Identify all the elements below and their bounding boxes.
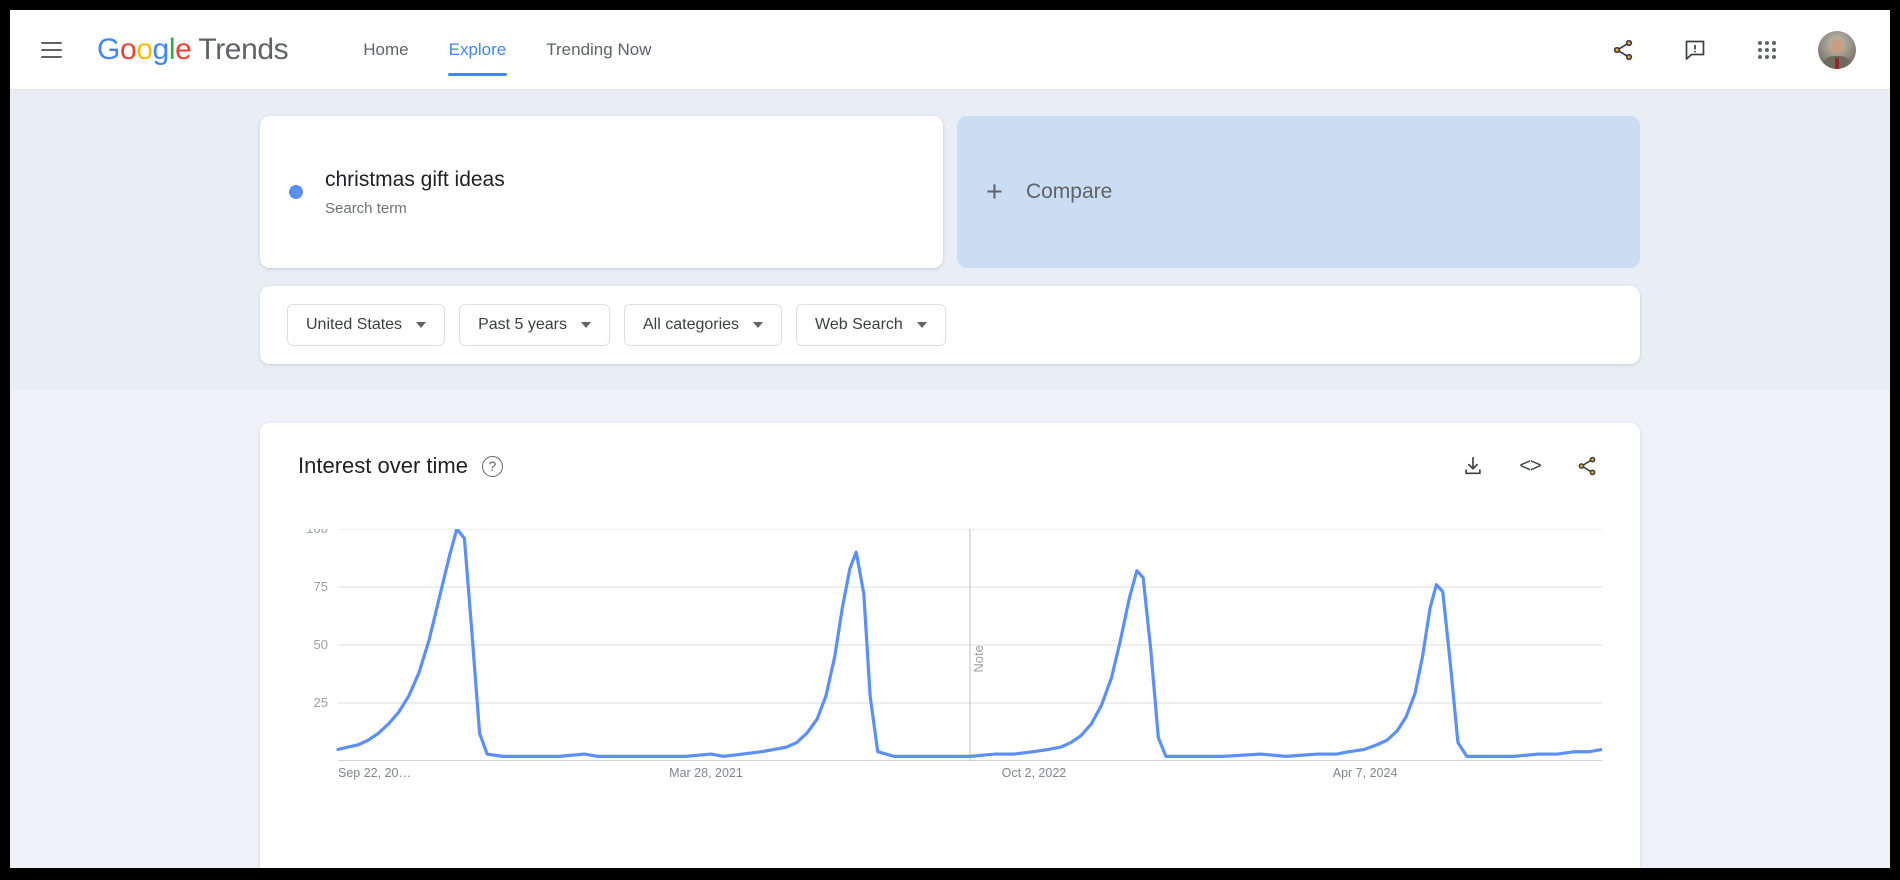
plot-svg: 25 50 75 100 Note [298, 529, 1602, 761]
chart-title: Interest over time [298, 453, 468, 479]
plus-icon: + [986, 178, 1003, 207]
note-marker-label: Note [971, 645, 986, 672]
filter-location-label: United States [306, 316, 402, 334]
query-region: christmas gift ideas Search term + Compa… [10, 90, 1890, 390]
search-term-card[interactable]: christmas gift ideas Search term [260, 116, 943, 268]
y-tick-label: 75 [314, 579, 328, 594]
y-tick-label: 50 [314, 637, 328, 652]
feedback-icon[interactable] [1674, 29, 1716, 71]
compare-card[interactable]: + Compare [957, 116, 1640, 268]
chart-actions: <> [1458, 451, 1602, 481]
avatar[interactable] [1818, 31, 1856, 69]
x-tick-label: Mar 28, 2021 [669, 766, 743, 780]
filter-category-label: All categories [643, 316, 739, 334]
filter-search-type-label: Web Search [815, 316, 903, 334]
search-term-subtitle: Search term [325, 200, 505, 217]
nav-item-explore[interactable]: Explore [429, 10, 527, 90]
chevron-down-icon [416, 322, 426, 328]
chart-region: Interest over time ? <> [10, 390, 1890, 868]
main-nav: Home Explore Trending Now [343, 10, 671, 90]
download-icon[interactable] [1458, 451, 1488, 481]
search-term-title: christmas gift ideas [325, 167, 505, 193]
y-tick-label: 100 [306, 529, 328, 536]
chart-header: Interest over time ? <> [260, 423, 1640, 481]
filter-category[interactable]: All categories [624, 304, 782, 346]
filter-location[interactable]: United States [287, 304, 445, 346]
x-tick-label: Oct 2, 2022 [1002, 766, 1067, 780]
chevron-down-icon [581, 322, 591, 328]
series-color-dot [289, 185, 303, 199]
interest-over-time-card: Interest over time ? <> [260, 423, 1640, 868]
nav-item-home[interactable]: Home [343, 10, 428, 90]
share-icon[interactable] [1572, 451, 1602, 481]
hamburger-menu-icon[interactable] [32, 31, 70, 69]
x-axis-labels: Sep 22, 20… Mar 28, 2021 Oct 2, 2022 Apr 7,… [298, 761, 1602, 787]
logo-product-name: Trends [198, 33, 288, 66]
header-actions [1602, 29, 1890, 71]
y-tick-label: 25 [314, 695, 328, 710]
app-frame: GoogleTrends Home Explore Trending Now [10, 10, 1890, 868]
filter-search-type[interactable]: Web Search [796, 304, 946, 346]
chevron-down-icon [917, 322, 927, 328]
query-cards-row: christmas gift ideas Search term + Compa… [260, 116, 1640, 268]
x-tick-label: Apr 7, 2024 [1333, 766, 1398, 780]
nav-item-trending-now[interactable]: Trending Now [526, 10, 671, 90]
top-header: GoogleTrends Home Explore Trending Now [10, 10, 1890, 90]
help-icon[interactable]: ? [482, 456, 503, 477]
filter-bar: United States Past 5 years All categorie… [260, 286, 1640, 364]
x-tick-label: Sep 22, 20… [338, 766, 411, 780]
google-trends-logo[interactable]: GoogleTrends [97, 33, 288, 67]
filter-time-range[interactable]: Past 5 years [459, 304, 610, 346]
filter-time-range-label: Past 5 years [478, 316, 567, 334]
compare-label: Compare [1026, 180, 1112, 204]
share-icon[interactable] [1602, 29, 1644, 71]
embed-code-icon[interactable]: <> [1515, 451, 1545, 481]
chevron-down-icon [753, 322, 763, 328]
interest-over-time-plot[interactable]: 25 50 75 100 Note [298, 529, 1602, 761]
apps-grid-icon[interactable] [1746, 29, 1788, 71]
